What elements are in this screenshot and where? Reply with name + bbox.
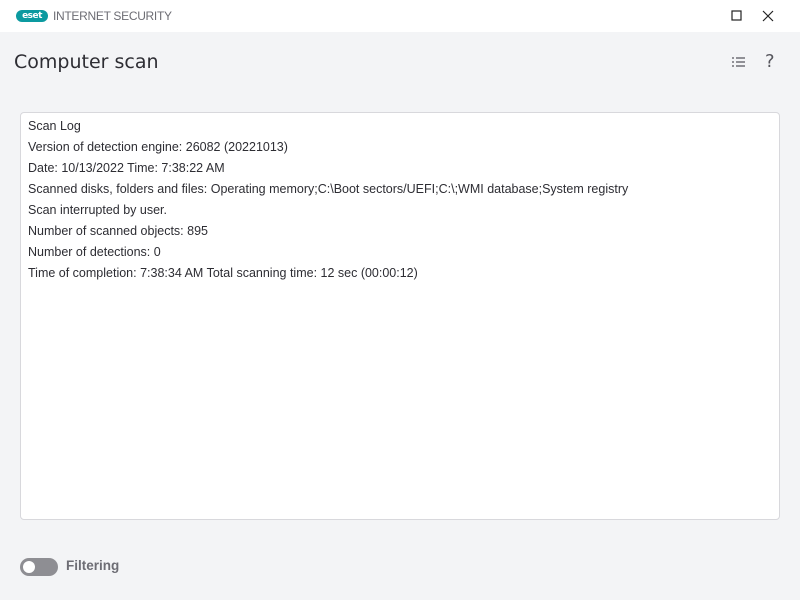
filtering-label: Filtering <box>66 558 120 573</box>
help-button[interactable]: ? <box>765 51 785 72</box>
page-title: Computer scan <box>14 51 159 73</box>
log-line: Scanned disks, folders and files: Operat… <box>28 182 629 196</box>
title-bar: eset INTERNET SECURITY <box>0 0 800 32</box>
log-line: Scan interrupted by user. <box>28 203 167 217</box>
maximize-button[interactable] <box>727 6 747 26</box>
list-icon <box>732 57 745 67</box>
square-icon <box>731 10 742 21</box>
log-line: Number of detections: 0 <box>28 245 161 259</box>
toggle-knob <box>23 561 35 573</box>
eset-logo: eset <box>16 10 48 22</box>
view-log-list-button[interactable] <box>729 52 749 72</box>
app-logo: eset INTERNET SECURITY <box>16 9 172 23</box>
scan-log-panel[interactable]: Scan Log Version of detection engine: 260… <box>20 112 780 520</box>
close-icon <box>762 10 774 22</box>
log-line: Time of completion: 7:38:34 AM Total sca… <box>28 266 418 280</box>
log-line: Scan Log <box>28 119 81 133</box>
log-line: Date: 10/13/2022 Time: 7:38:22 AM <box>28 161 225 175</box>
filtering-toggle[interactable] <box>20 558 58 576</box>
log-line: Version of detection engine: 26082 (2022… <box>28 140 288 154</box>
log-line: Number of scanned objects: 895 <box>28 224 208 238</box>
close-button[interactable] <box>758 6 778 26</box>
product-name: INTERNET SECURITY <box>53 9 172 23</box>
